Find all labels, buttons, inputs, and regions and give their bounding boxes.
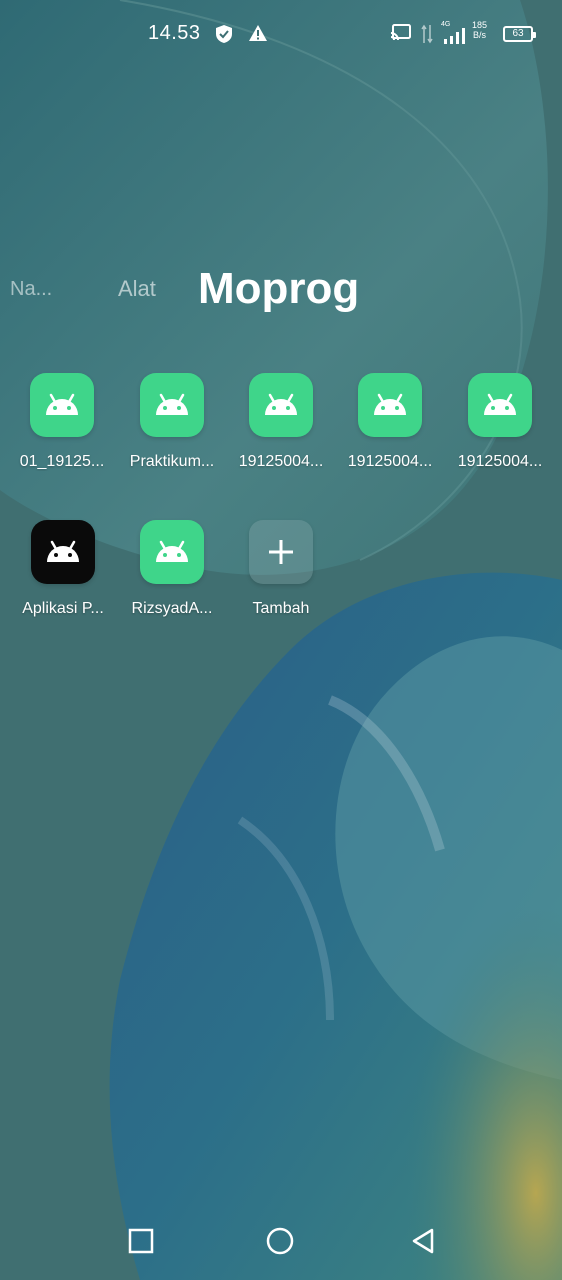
cast-icon: [390, 24, 412, 47]
shield-icon: [215, 24, 233, 49]
android-icon: [31, 520, 95, 584]
network-speed: 185 B/s: [472, 20, 487, 40]
network-type: 4G: [441, 21, 451, 28]
app-shortcut[interactable]: 01_19125...: [7, 373, 117, 471]
status-bar: 14.53 4G 185 B/s 63: [0, 0, 562, 70]
tab-moprog[interactable]: Moprog: [198, 264, 359, 314]
android-icon: [358, 373, 422, 437]
folder-tabs: Na... Alat Moprog: [0, 260, 562, 320]
plus-icon: [249, 520, 313, 584]
warning-icon: [248, 24, 268, 47]
battery-level: 63: [512, 28, 524, 39]
back-triangle-icon[interactable]: [410, 1228, 436, 1259]
app-shortcut[interactable]: 19125004...: [445, 373, 555, 471]
tab-alat[interactable]: Alat: [118, 276, 156, 302]
clock: 14.53: [148, 22, 201, 44]
data-arrows-icon: [421, 24, 433, 49]
add-app-button[interactable]: Tambah: [226, 520, 336, 618]
app-label: Aplikasi P...: [22, 600, 104, 617]
app-shortcut[interactable]: Praktikum...: [117, 373, 227, 471]
add-app-label: Tambah: [252, 600, 310, 617]
app-label: 19125004...: [347, 453, 433, 470]
app-label: 01_19125...: [19, 453, 105, 470]
wallpaper: [0, 0, 562, 1280]
android-icon: [468, 373, 532, 437]
battery-indicator: 63: [503, 26, 536, 42]
signal-icon: [443, 28, 467, 49]
app-label: 19125004...: [457, 453, 543, 470]
app-label: 19125004...: [238, 453, 324, 470]
app-shortcut[interactable]: 19125004...: [335, 373, 445, 471]
app-label: RizsyadA...: [131, 600, 213, 617]
android-icon: [30, 373, 94, 437]
tab-previous-folder[interactable]: Na...: [10, 278, 52, 301]
app-label: Praktikum...: [129, 453, 215, 470]
app-shortcut[interactable]: RizsyadA...: [117, 520, 227, 618]
network-speed-unit: B/s: [473, 30, 487, 40]
network-speed-value: 185: [472, 20, 488, 30]
navigation-bar: [0, 1200, 562, 1280]
recents-square-icon[interactable]: [128, 1228, 154, 1259]
android-icon: [140, 520, 204, 584]
android-icon: [249, 373, 313, 437]
app-shortcut[interactable]: Aplikasi P...: [8, 520, 118, 618]
android-icon: [140, 373, 204, 437]
app-shortcut[interactable]: 19125004...: [226, 373, 336, 471]
home-circle-icon[interactable]: [266, 1227, 294, 1260]
